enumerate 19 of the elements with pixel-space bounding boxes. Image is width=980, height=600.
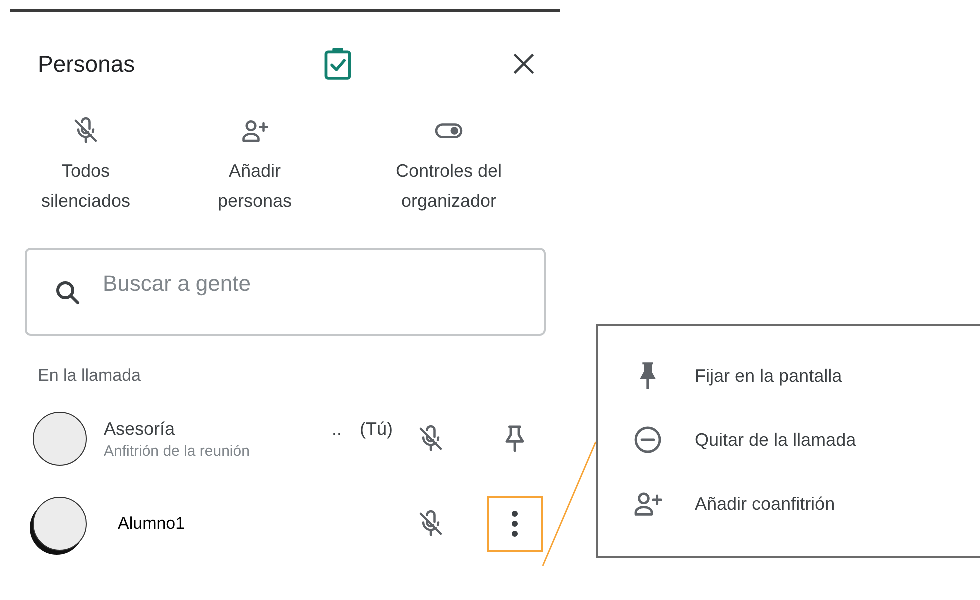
minus-circle-icon (632, 424, 664, 456)
section-label: En la llamada (38, 366, 142, 386)
clipboard-check-icon[interactable] (322, 47, 354, 81)
more-button[interactable] (487, 496, 543, 552)
avatar (33, 412, 87, 466)
participant-name: Asesoría (104, 418, 176, 440)
more-icon (511, 510, 519, 538)
action-button[interactable]: Todos silenciados (0, 116, 172, 216)
menu-item[interactable]: Añadir coanfitrión (632, 472, 980, 536)
participant-role: Anfitrión de la reunión (104, 442, 251, 460)
name-ellipsis: .. (332, 418, 342, 440)
panel-title: Personas (38, 50, 136, 78)
action-button[interactable]: Controles del organizador (338, 116, 560, 216)
menu-item[interactable]: Fijar en la pantalla (632, 344, 980, 408)
search-field[interactable]: Buscar a gente (25, 248, 546, 336)
menu-item[interactable]: Quitar de la llamada (632, 408, 980, 472)
action-button[interactable]: Añadir personas (172, 116, 338, 216)
you-tag: (Tú) (360, 418, 393, 440)
participant-name: Alumno1 (118, 514, 186, 534)
